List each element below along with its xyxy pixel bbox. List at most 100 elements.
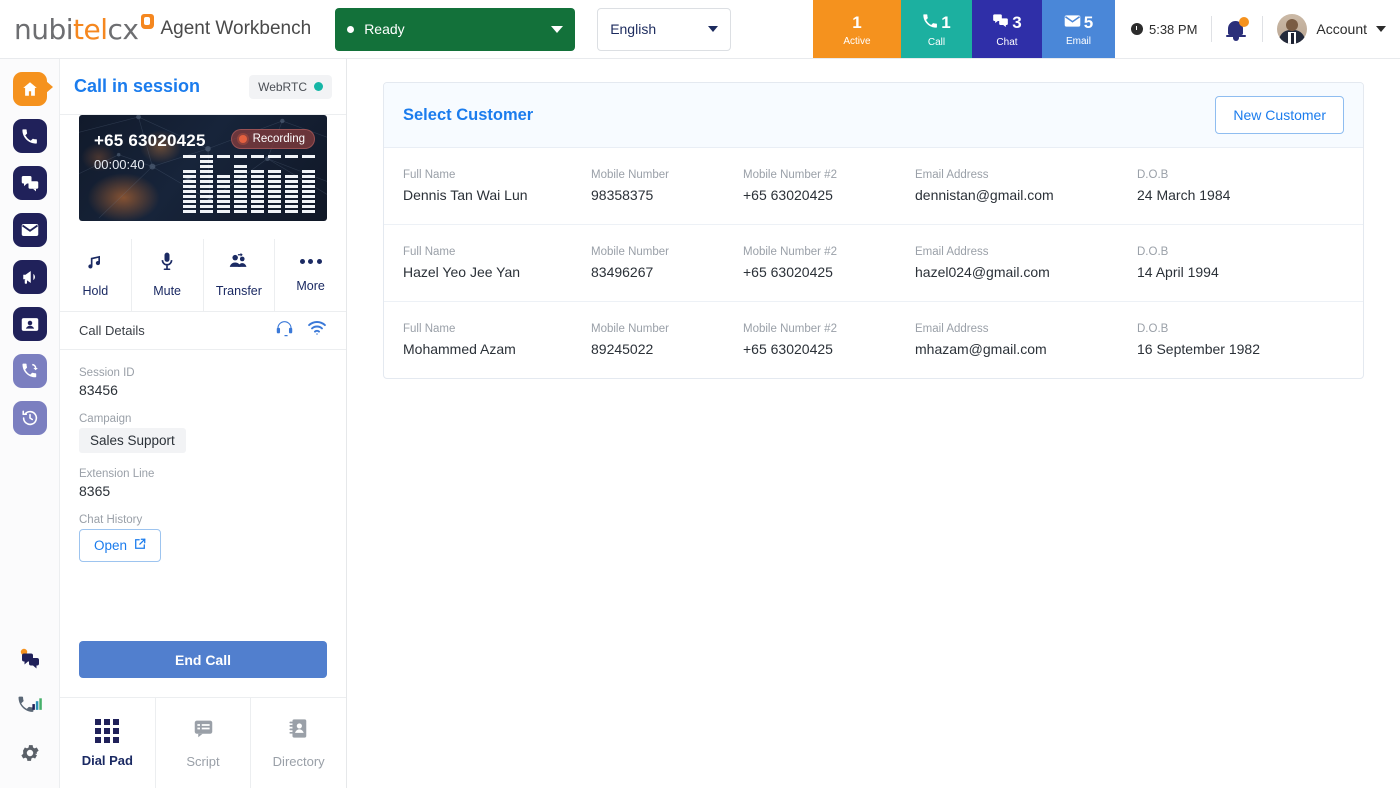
transfer-label: Transfer [216,284,262,298]
record-dot-icon [239,135,247,143]
call-details-icons [275,320,327,342]
table-row[interactable]: Full NameMohammed AzamMobile Number89245… [384,302,1363,378]
counter-email-count: 5 [1084,14,1093,31]
phone-refresh-icon [21,362,39,380]
sidebar-item-email[interactable] [13,213,47,247]
column-header-mobile2: Mobile Number #2 [743,246,915,258]
counter-chat[interactable]: 3 Chat [972,0,1042,58]
hold-button[interactable]: Hold [60,239,132,311]
call-video-preview: +65 63020425 00:00:40 Recording [79,115,327,221]
value-mobile: 83496267 [591,264,743,280]
chevron-down-icon[interactable] [1376,26,1386,32]
logo-wordmark: nubitelcx [14,13,154,46]
gear-icon [19,742,41,764]
sidebar-item-social[interactable] [13,642,47,676]
avatar-tie [1291,33,1294,44]
sidebar-item-analytics[interactable] [13,689,47,723]
chat-bubbles-icon [21,175,39,192]
cell-dob: D.O.B14 April 1994 [1137,246,1337,280]
end-call-button[interactable]: End Call [79,641,327,678]
column-header-dob: D.O.B [1137,323,1337,335]
sidebar-item-history[interactable] [13,401,47,435]
sidebar-item-chats[interactable] [13,166,47,200]
headset-icon[interactable] [275,320,294,342]
extension-line-label: Extension Line [79,468,327,480]
value-full_name: Mohammed Azam [403,341,591,357]
new-customer-button[interactable]: New Customer [1215,96,1344,134]
notification-dot-icon [1239,17,1249,27]
open-chat-history-button[interactable]: Open [79,529,161,562]
tab-directory[interactable]: Directory [251,698,346,788]
sidebar-item-home[interactable] [13,72,47,106]
call-details-list: Session ID 83456 Campaign Sales Support … [60,350,346,641]
tab-dial-pad[interactable]: Dial Pad [60,698,156,788]
sidebar-item-campaign[interactable] [13,260,47,294]
phone-icon [922,13,938,32]
sidebar-item-settings[interactable] [13,736,47,770]
cell-mobile: Mobile Number98358375 [591,169,743,203]
channel-counters: 1 Active 1 Call 3 Chat [813,0,1115,58]
counter-email[interactable]: 5 Email [1042,0,1115,58]
dialpad-icon [95,719,119,743]
divider [1211,16,1212,42]
ellipsis-icon [300,251,322,271]
brand-logo[interactable]: nubitelcx Agent Workbench [0,0,311,58]
counter-call[interactable]: 1 Call [901,0,972,58]
avatar[interactable] [1277,14,1307,44]
notifications-button[interactable] [1226,17,1248,41]
cell-email: Email Addressmhazam@gmail.com [915,323,1137,357]
sidebar-item-callback[interactable] [13,354,47,388]
column-header-mobile: Mobile Number [591,169,743,181]
value-email: hazel024@gmail.com [915,264,1137,280]
select-customer-card: Select Customer New Customer Full NameDe… [383,82,1364,379]
cell-email: Email Address hazel024@gmail.com [915,246,1137,280]
cell-full_name: Full NameHazel Yeo Jee Yan [403,246,591,280]
contact-card-icon [21,317,39,332]
extension-line-value: 8365 [79,483,327,499]
tab-directory-label: Directory [273,754,325,769]
agent-status-dropdown[interactable]: Ready [335,8,575,51]
transfer-button[interactable]: Transfer [204,239,276,311]
divider [1262,16,1263,42]
language-label: English [610,21,708,37]
mute-button[interactable]: Mute [132,239,204,311]
wifi-icon[interactable] [307,320,327,341]
page-title: Agent Workbench [161,18,312,40]
tab-dial-pad-label: Dial Pad [82,753,133,768]
account-label[interactable]: Account [1316,21,1367,37]
value-dob: 24 March 1984 [1137,187,1337,203]
cell-dob: D.O.B16 September 1982 [1137,323,1337,357]
sidebar-item-contacts[interactable] [13,307,47,341]
header-spacer [731,0,813,58]
value-email: dennistan@gmail.com [915,187,1137,203]
sidebar-item-calls[interactable] [13,119,47,153]
equalizer-bar [285,155,298,213]
transfer-users-icon [228,251,249,276]
clock: 5:38 PM [1131,22,1197,37]
call-details-title: Call Details [79,323,275,338]
more-button[interactable]: More [275,239,346,311]
language-dropdown[interactable]: English [597,8,731,51]
table-row[interactable]: Full NameHazel Yeo Jee YanMobile Number8… [384,225,1363,302]
phone-icon [21,128,38,145]
counter-call-label: Call [928,37,945,48]
cell-mobile2: Mobile Number #2+65 63020425 [743,246,915,280]
logo-part-tel: tel [73,13,107,46]
phone-bars-icon [17,695,42,717]
cell-mobile: Mobile Number89245022 [591,323,743,357]
column-header-email: Email Address [915,246,1137,258]
value-mobile: 89245022 [591,341,743,357]
table-row[interactable]: Full NameDennis Tan Wai LunMobile Number… [384,148,1363,225]
call-details-bar: Call Details [60,312,346,350]
tab-script[interactable]: Script [156,698,252,788]
connection-badge: WebRTC [249,75,332,99]
call-controls: Hold Mute Transfer More [60,239,346,312]
cell-mobile2: Mobile Number #2+65 63020425 [743,323,915,357]
megaphone-icon [21,268,39,286]
call-panel-header: Call in session WebRTC [60,59,346,115]
select-customer-header: Select Customer New Customer [384,83,1363,148]
value-email: mhazam@gmail.com [915,341,1137,357]
avatar-head [1286,19,1298,31]
equalizer-bar [183,155,196,213]
counter-active[interactable]: 1 Active [813,0,901,58]
